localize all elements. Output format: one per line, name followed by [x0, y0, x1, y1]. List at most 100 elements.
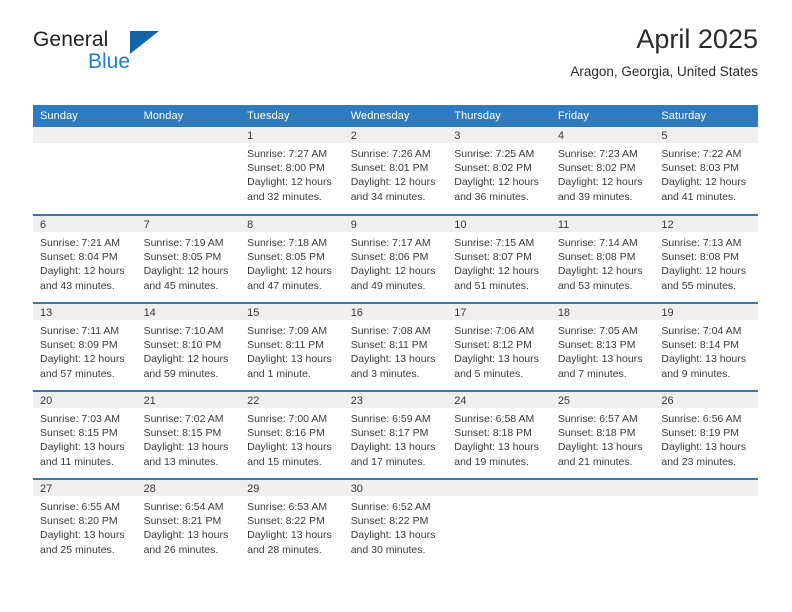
daylight-text-line2: and 25 minutes. — [40, 543, 115, 556]
day-details: Sunrise: 7:09 AM Sunset: 8:11 PM Daylight:… — [240, 320, 344, 381]
calendar-day-cell[interactable]: 21 Sunrise: 7:02 AM Sunset: 8:15 PM Dayligh… — [136, 390, 241, 479]
calendar-day-cell[interactable]: 1 Sunrise: 7:27 AM Sunset: 8:00 PM Daylight… — [240, 127, 344, 215]
calendar-day-cell[interactable]: 18 Sunrise: 7:05 AM Sunset: 8:13 PM Dayligh… — [550, 302, 655, 391]
daylight-text-line1: Daylight: 13 hours — [40, 529, 125, 542]
sunrise-text: Sunrise: 7:09 AM — [247, 325, 328, 337]
day-number — [550, 480, 655, 496]
sunrise-text: Sunrise: 7:03 AM — [40, 413, 120, 425]
day-number: 19 — [654, 304, 758, 320]
daylight-text-line2: and 5 minutes. — [454, 367, 524, 380]
calendar-day-cell[interactable]: 3 Sunrise: 7:25 AM Sunset: 8:02 PM Daylight… — [447, 127, 551, 215]
daylight-text-line1: Daylight: 13 hours — [247, 441, 332, 454]
calendar-day-cell[interactable]: 29 Sunrise: 6:53 AM Sunset: 8:22 PM Dayligh… — [240, 478, 344, 567]
daylight-text-line2: and 11 minutes. — [40, 455, 114, 468]
calendar-day-cell[interactable]: 2 Sunrise: 7:26 AM Sunset: 8:01 PM Daylight… — [343, 127, 448, 215]
calendar-day-cell[interactable]: 24 Sunrise: 6:58 AM Sunset: 8:18 PM Dayligh… — [447, 390, 551, 479]
day-number: 13 — [33, 304, 137, 320]
calendar-day-cell[interactable]: 10 Sunrise: 7:15 AM Sunset: 8:07 PM Dayligh… — [447, 214, 551, 303]
calendar-day-cell[interactable]: 4 Sunrise: 7:23 AM Sunset: 8:02 PM Daylight… — [550, 127, 655, 215]
day-details: Sunrise: 7:08 AM Sunset: 8:11 PM Daylight:… — [344, 320, 448, 381]
calendar-day-cell[interactable]: 26 Sunrise: 6:56 AM Sunset: 8:19 PM Dayligh… — [654, 390, 758, 479]
daylight-text-line1: Daylight: 13 hours — [143, 441, 229, 454]
daylight-text-line1: Daylight: 12 hours — [143, 353, 229, 366]
calendar-day-cell[interactable]: 23 Sunrise: 6:59 AM Sunset: 8:17 PM Dayligh… — [343, 390, 448, 479]
day-number: 23 — [343, 392, 448, 408]
day-number — [447, 480, 551, 496]
calendar-week-row: 20 Sunrise: 7:03 AM Sunset: 8:15 PM Dayligh… — [33, 390, 758, 479]
calendar-day-cell[interactable]: 12 Sunrise: 7:13 AM Sunset: 8:08 PM Dayligh… — [654, 214, 758, 303]
day-number: 3 — [447, 127, 551, 143]
daylight-text-line1: Daylight: 13 hours — [661, 441, 747, 454]
daylight-text-line1: Daylight: 13 hours — [350, 441, 436, 454]
sunset-text: Sunset: 8:02 PM — [454, 162, 532, 175]
day-details: Sunrise: 7:15 AM Sunset: 8:07 PM Daylight:… — [447, 232, 551, 293]
day-details: Sunrise: 7:11 AM Sunset: 8:09 PM Daylight:… — [33, 320, 137, 381]
day-number: 20 — [33, 392, 137, 408]
day-number: 18 — [550, 304, 655, 320]
daylight-text-line1: Daylight: 12 hours — [247, 265, 332, 278]
calendar-day-cell[interactable]: 9 Sunrise: 7:17 AM Sunset: 8:06 PM Daylight… — [343, 214, 448, 303]
day-number: 24 — [447, 392, 551, 408]
calendar-day-cell[interactable]: 13 Sunrise: 7:11 AM Sunset: 8:09 PM Dayligh… — [33, 302, 137, 391]
daylight-text-line2: and 32 minutes. — [247, 190, 322, 203]
calendar-week-row: 1 Sunrise: 7:27 AM Sunset: 8:00 PM Daylight… — [33, 127, 758, 215]
day-number: 30 — [343, 480, 448, 496]
calendar-day-cell[interactable]: 7 Sunrise: 7:19 AM Sunset: 8:05 PM Daylight… — [136, 214, 241, 303]
calendar-day-cell[interactable]: 6 Sunrise: 7:21 AM Sunset: 8:04 PM Daylight… — [33, 214, 137, 303]
calendar-day-cell[interactable]: 19 Sunrise: 7:04 AM Sunset: 8:14 PM Dayligh… — [654, 302, 758, 391]
sunset-text: Sunset: 8:11 PM — [350, 339, 428, 352]
day-details: Sunrise: 7:03 AM Sunset: 8:15 PM Daylight:… — [33, 408, 137, 469]
calendar-week-row: 27 Sunrise: 6:55 AM Sunset: 8:20 PM Dayligh… — [33, 478, 758, 567]
daylight-text-line2: and 51 minutes. — [454, 279, 529, 292]
daylight-text-line1: Daylight: 13 hours — [454, 353, 539, 366]
calendar-day-cell[interactable]: 27 Sunrise: 6:55 AM Sunset: 8:20 PM Dayligh… — [33, 478, 137, 567]
daylight-text-line1: Daylight: 12 hours — [661, 265, 747, 278]
daylight-text-line1: Daylight: 13 hours — [454, 441, 539, 454]
sunset-text: Sunset: 8:05 PM — [247, 251, 325, 264]
calendar-day-cell[interactable]: 22 Sunrise: 7:00 AM Sunset: 8:16 PM Dayligh… — [240, 390, 344, 479]
calendar-day-cell[interactable]: 15 Sunrise: 7:09 AM Sunset: 8:11 PM Dayligh… — [240, 302, 344, 391]
weekday-header-wednesday: Wednesday — [343, 105, 448, 127]
calendar-day-cell[interactable]: 17 Sunrise: 7:06 AM Sunset: 8:12 PM Dayligh… — [447, 302, 551, 391]
sunset-text: Sunset: 8:15 PM — [143, 427, 222, 440]
calendar-week-row: 6 Sunrise: 7:21 AM Sunset: 8:04 PM Daylight… — [33, 214, 758, 303]
daylight-text-line2: and 53 minutes. — [557, 279, 633, 292]
day-number: 28 — [136, 480, 241, 496]
day-number: 14 — [136, 304, 241, 320]
daylight-text-line1: Daylight: 13 hours — [247, 529, 332, 542]
brand-logo[interactable]: General Blue — [33, 28, 163, 78]
weekday-header-tuesday: Tuesday — [240, 105, 344, 127]
sunrise-text: Sunrise: 6:53 AM — [247, 501, 328, 513]
calendar-day-cell[interactable]: 8 Sunrise: 7:18 AM Sunset: 8:05 PM Daylight… — [240, 214, 344, 303]
day-details: Sunrise: 7:10 AM Sunset: 8:10 PM Daylight:… — [137, 320, 241, 381]
calendar-day-cell[interactable]: 25 Sunrise: 6:57 AM Sunset: 8:18 PM Dayligh… — [550, 390, 655, 479]
sunrise-text: Sunrise: 7:25 AM — [454, 148, 535, 160]
weekday-header-thursday: Thursday — [447, 105, 551, 127]
sunset-text: Sunset: 8:13 PM — [557, 339, 636, 352]
calendar-day-cell[interactable]: 20 Sunrise: 7:03 AM Sunset: 8:15 PM Dayligh… — [33, 390, 137, 479]
day-details: Sunrise: 7:27 AM Sunset: 8:00 PM Daylight:… — [240, 143, 344, 204]
day-number: 26 — [654, 392, 758, 408]
daylight-text-line1: Daylight: 12 hours — [350, 265, 436, 278]
calendar-day-cell[interactable]: 5 Sunrise: 7:22 AM Sunset: 8:03 PM Daylight… — [654, 127, 758, 215]
daylight-text-line2: and 39 minutes. — [557, 190, 633, 203]
sunset-text: Sunset: 8:16 PM — [247, 427, 325, 440]
day-number: 4 — [550, 127, 655, 143]
daylight-text-line2: and 43 minutes. — [40, 279, 115, 292]
sunrise-text: Sunrise: 7:05 AM — [557, 325, 638, 337]
calendar-day-cell[interactable]: 16 Sunrise: 7:08 AM Sunset: 8:11 PM Dayligh… — [343, 302, 448, 391]
daylight-text-line1: Daylight: 12 hours — [454, 265, 539, 278]
calendar-day-cell[interactable]: 14 Sunrise: 7:10 AM Sunset: 8:10 PM Dayligh… — [136, 302, 241, 391]
sunrise-text: Sunrise: 7:06 AM — [454, 325, 535, 337]
calendar-day-cell[interactable]: 28 Sunrise: 6:54 AM Sunset: 8:21 PM Dayligh… — [136, 478, 241, 567]
day-number: 2 — [343, 127, 448, 143]
calendar-table: Sunday Monday Tuesday Wednesday Thursday… — [33, 105, 758, 567]
calendar-day-cell[interactable]: 11 Sunrise: 7:14 AM Sunset: 8:08 PM Dayligh… — [550, 214, 655, 303]
sunset-text: Sunset: 8:09 PM — [40, 339, 118, 352]
sunrise-text: Sunrise: 7:10 AM — [143, 325, 224, 337]
daylight-text-line1: Daylight: 12 hours — [143, 265, 229, 278]
day-number — [654, 480, 758, 496]
sunrise-text: Sunrise: 6:52 AM — [350, 501, 431, 513]
calendar-day-cell[interactable]: 30 Sunrise: 6:52 AM Sunset: 8:22 PM Dayligh… — [343, 478, 448, 567]
sunset-text: Sunset: 8:04 PM — [40, 251, 118, 264]
